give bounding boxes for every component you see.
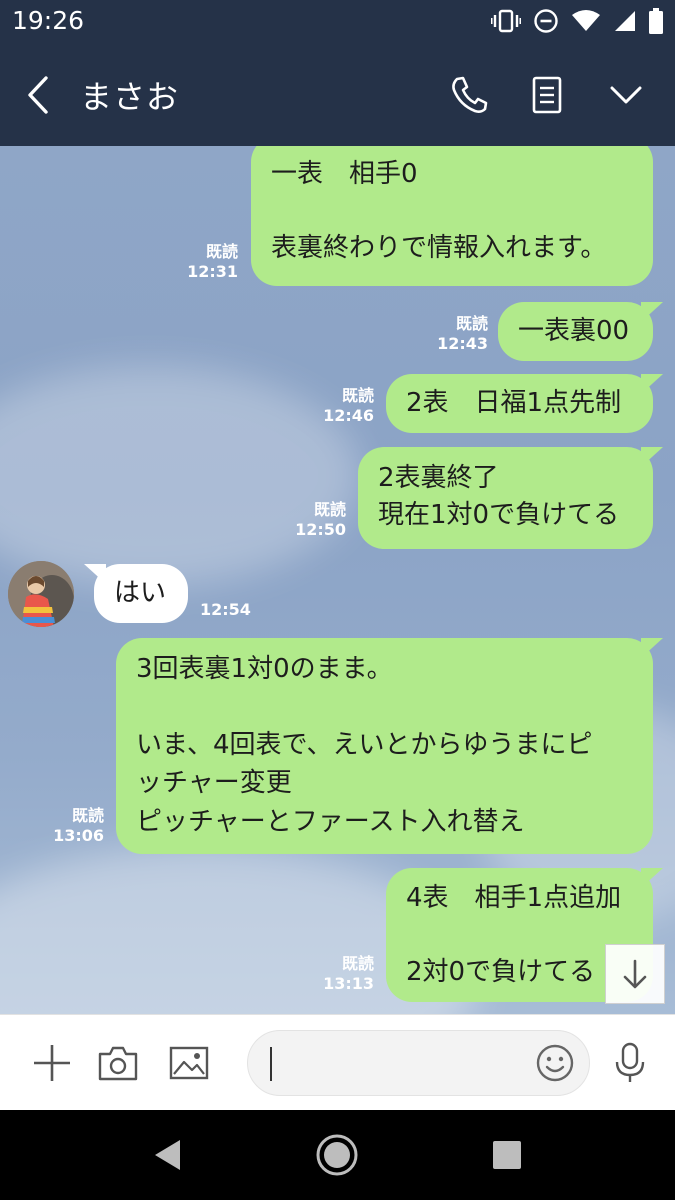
- mic-icon[interactable]: [609, 1042, 651, 1084]
- status-time: 19:26: [12, 6, 85, 35]
- message-line: [136, 689, 633, 726]
- nav-home-icon[interactable]: [314, 1132, 360, 1178]
- contact-name: まさお: [80, 78, 180, 116]
- message-line: はい: [114, 578, 167, 608]
- message-meta: 既読 12:43: [430, 314, 488, 354]
- message-time: 12:50: [295, 520, 346, 539]
- message-bubble-outgoing[interactable]: 2表 日福1点先制: [386, 374, 653, 433]
- message-time: 13:13: [323, 974, 374, 993]
- message-line: 2表 日福1点先制: [406, 388, 622, 418]
- message-bubble-incoming[interactable]: はい: [94, 564, 188, 623]
- plus-icon[interactable]: [31, 1042, 73, 1084]
- message-meta: 12:54: [200, 600, 270, 620]
- message-bubble-outgoing[interactable]: 一表裏00: [498, 302, 653, 361]
- message-line: ピッチャーとファースト入れ替え: [136, 806, 525, 837]
- vibrate-icon: [490, 9, 522, 37]
- scroll-to-bottom-button[interactable]: [605, 944, 665, 1004]
- back-icon[interactable]: [18, 72, 58, 118]
- notes-icon[interactable]: [526, 74, 568, 116]
- message-line: 一表裏00: [518, 316, 630, 346]
- background-cloud: [0, 366, 360, 586]
- message-meta: 既読 12:31: [180, 242, 238, 282]
- text-cursor: [270, 1047, 272, 1081]
- system-nav-bar: [0, 1110, 675, 1200]
- read-receipt: 既読: [313, 500, 346, 519]
- message-line: 2表裏終了: [378, 463, 499, 493]
- message-bubble-outgoing[interactable]: 3回表裏1対0のまま。 いま、4回表で、えいとからゆうまにピ ッチャー変更 ピッ…: [116, 638, 653, 854]
- camera-icon[interactable]: [97, 1042, 139, 1084]
- chat-area[interactable]: 既読 12:31 一表 相手0 表裏終わりで情報入れます。 既読 12:43 一…: [0, 146, 675, 1014]
- cellular-icon: [613, 9, 637, 37]
- message-input[interactable]: [247, 1030, 590, 1096]
- battery-icon: [649, 8, 663, 38]
- message-line: 2対0で負けてる: [406, 957, 596, 987]
- message-line: 一表 相手0: [271, 159, 418, 189]
- message-bubble-outgoing[interactable]: 2表裏終了 現在1対0で負けてる: [358, 447, 653, 549]
- message-input-bar: [0, 1014, 675, 1110]
- message-line: 現在1対0で負けてる: [378, 500, 620, 530]
- message-line: [406, 917, 633, 954]
- message-line: [271, 193, 633, 230]
- read-receipt: 既読: [341, 954, 374, 973]
- nav-back-icon[interactable]: [146, 1132, 192, 1178]
- message-time: 12:31: [187, 262, 238, 281]
- message-bubble-outgoing[interactable]: 一表 相手0 表裏終わりで情報入れます。: [251, 146, 653, 286]
- status-icons: [490, 8, 663, 38]
- message-meta: 既読 12:46: [316, 386, 374, 426]
- wifi-icon: [571, 9, 601, 37]
- dnd-icon: [533, 8, 559, 38]
- message-time: 12:46: [323, 406, 374, 425]
- read-receipt: 既読: [341, 386, 374, 405]
- arrow-down-icon: [623, 959, 647, 989]
- read-receipt: 既読: [205, 242, 238, 261]
- nav-recents-icon[interactable]: [484, 1132, 530, 1178]
- message-time: 13:06: [53, 826, 104, 845]
- contact-avatar[interactable]: [8, 561, 74, 627]
- message-line: 表裏終わりで情報入れます。: [271, 233, 607, 263]
- image-icon[interactable]: [168, 1042, 210, 1084]
- read-receipt: 既読: [455, 314, 488, 333]
- emoji-icon[interactable]: [535, 1043, 575, 1083]
- message-line: ッチャー変更: [136, 768, 292, 798]
- read-receipt: 既読: [71, 806, 104, 825]
- chevron-down-icon[interactable]: [605, 74, 647, 116]
- message-line: 4表 相手1点追加: [406, 883, 622, 913]
- message-time: 12:54: [200, 600, 251, 619]
- message-meta: 既読 13:13: [316, 954, 374, 994]
- message-line: いま、4回表で、えいとからゆうまにピ: [136, 729, 593, 760]
- message-time: 12:43: [437, 334, 488, 353]
- message-meta: 既読 12:50: [288, 500, 346, 540]
- message-line: 3回表裏1対0のまま。: [136, 654, 393, 684]
- message-meta: 既読 13:06: [46, 806, 104, 846]
- phone-icon[interactable]: [448, 74, 490, 116]
- status-bar: 19:26: [0, 0, 675, 44]
- chat-header: まさお: [0, 44, 675, 146]
